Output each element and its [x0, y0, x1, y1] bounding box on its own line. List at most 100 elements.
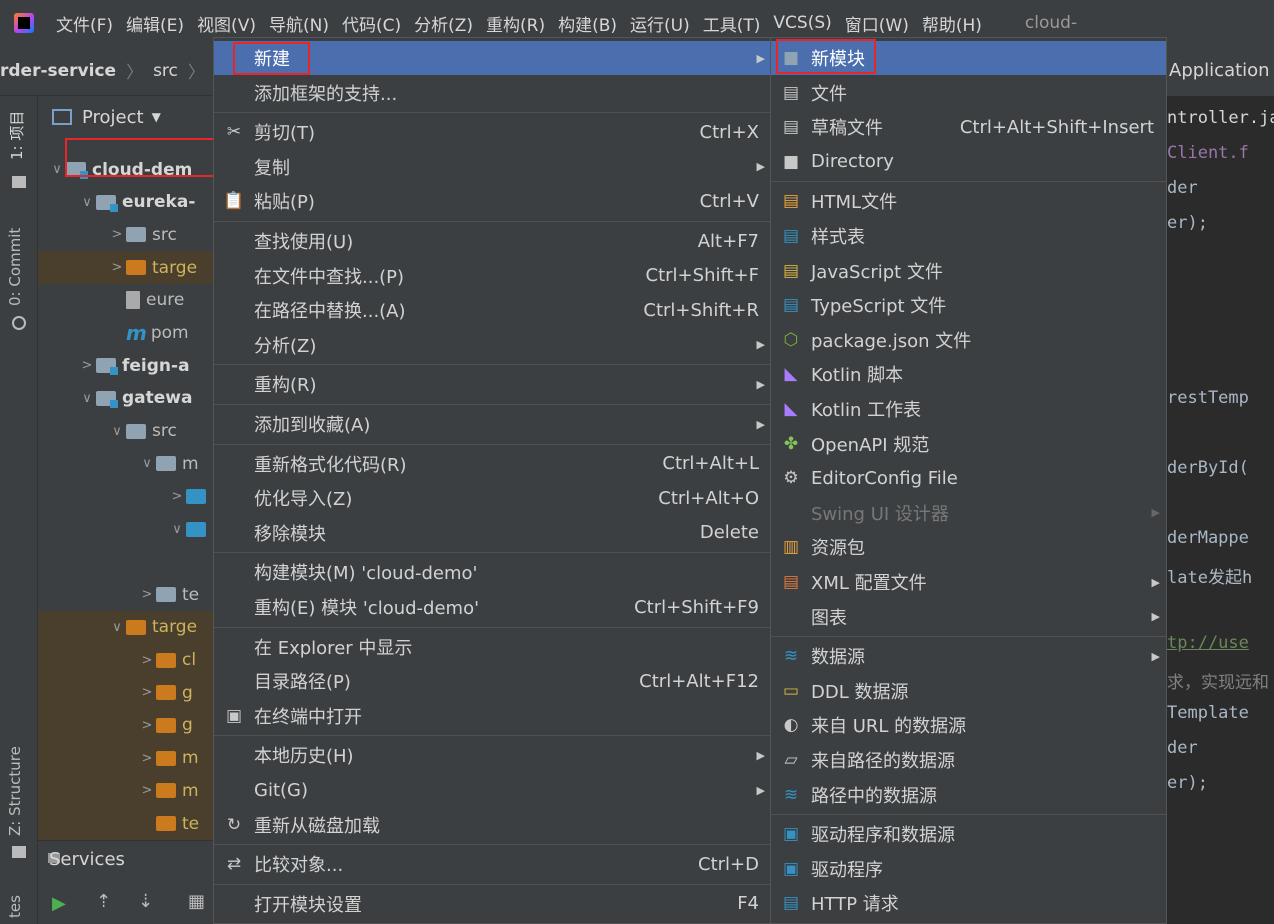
menu-item[interactable]: Git(G) ▶ [214, 773, 771, 807]
menu-item[interactable]: 在 Explorer 中显示 [214, 630, 771, 664]
chevron-down-icon[interactable]: ∨ [78, 391, 96, 406]
tree-row[interactable]: > targe [38, 251, 216, 285]
tree-row[interactable]: ∨ gatewa [38, 382, 216, 415]
menu-2[interactable]: 视图(V) [197, 11, 256, 36]
chevron-down-icon[interactable]: ∨ [78, 195, 96, 210]
chevron-down-icon[interactable]: ∨ [138, 456, 156, 471]
tree-row[interactable]: > feign-a [38, 349, 216, 382]
menu-3[interactable]: 导航(N) [269, 11, 329, 36]
tree-row[interactable]: te [38, 807, 216, 840]
tree-row[interactable]: > m [38, 774, 216, 808]
menu-item[interactable]: 重构(R) ▶ [214, 367, 771, 401]
tab-project[interactable]: 1: 项目 [6, 111, 27, 160]
menu-item[interactable]: ▥ 资源包 [771, 530, 1166, 564]
tree-row[interactable]: ∨ [38, 513, 216, 546]
menu-item[interactable]: 重新格式化代码(R) Ctrl+Alt+L [214, 447, 771, 481]
menu-item[interactable]: ▤ JavaScript 文件 [771, 254, 1166, 288]
chevron-right-icon[interactable]: > [78, 358, 96, 373]
menu-5[interactable]: 分析(Z) [414, 11, 473, 36]
tree-row[interactable] [38, 545, 216, 578]
menu-item[interactable]: ≋ 数据源 ▶ [771, 639, 1166, 673]
group-icon[interactable]: ▦ [188, 891, 205, 912]
chevron-right-icon[interactable]: > [138, 751, 156, 766]
menu-item[interactable]: 查找使用(U) Alt+F7 [214, 224, 771, 258]
chevron-right-icon[interactable]: > [138, 783, 156, 798]
tree-row[interactable]: ∨ src [38, 415, 216, 448]
tree-row[interactable]: m pom [38, 317, 216, 350]
menu-item[interactable]: ▣ 在终端中打开 [214, 699, 771, 733]
menu-item[interactable]: ▤ XML 配置文件 ▶ [771, 565, 1166, 599]
menu-item[interactable]: 在路径中替换...(A) Ctrl+Shift+R [214, 293, 771, 327]
menu-4[interactable]: 代码(C) [342, 11, 401, 36]
menu-item[interactable]: 移除模块 Delete [214, 516, 771, 550]
tree-row[interactable]: ∨ m [38, 447, 216, 480]
chevron-down-icon[interactable]: ∨ [48, 162, 66, 177]
chevron-right-icon[interactable]: > [168, 489, 186, 504]
menu-item[interactable]: ✤ OpenAPI 规范 [771, 427, 1166, 461]
tree-row[interactable]: ∨ targe [38, 610, 216, 644]
expand-all-icon[interactable]: ⇡ [96, 891, 111, 912]
menu-item[interactable]: 添加框架的支持... [214, 76, 771, 110]
menu-item[interactable]: 📋 粘贴(P) Ctrl+V [214, 184, 771, 218]
chevron-right-icon[interactable]: > [108, 260, 126, 275]
menu-item[interactable]: 打开模块设置 F4 [214, 887, 771, 921]
menu-item[interactable]: ▤ 草稿文件 Ctrl+Alt+Shift+Insert [771, 110, 1166, 144]
menu-8[interactable]: 运行(U) [630, 11, 690, 36]
menu-item[interactable]: ▤ HTTP 请求 [771, 886, 1166, 920]
menu-item[interactable]: ✂ 剪切(T) Ctrl+X [214, 115, 771, 149]
chevron-down-icon[interactable]: ∨ [168, 522, 186, 537]
menu-item[interactable]: ▱ 来自路径的数据源 [771, 743, 1166, 777]
menu-item[interactable]: 重构(E) 模块 'cloud-demo' Ctrl+Shift+F9 [214, 590, 771, 624]
menu-item[interactable]: ⇄ 比较对象... Ctrl+D [214, 847, 771, 881]
menu-item[interactable]: 本地历史(H) ▶ [214, 738, 771, 772]
chevron-right-icon[interactable]: > [138, 587, 156, 602]
menu-item[interactable]: 图表 ▶ [771, 600, 1166, 634]
menu-item[interactable]: 优化导入(Z) Ctrl+Alt+O [214, 481, 771, 515]
menu-item[interactable]: ↻ 重新从磁盘加载 [214, 808, 771, 842]
menu-item[interactable]: ◣ Kotlin 工作表 [771, 392, 1166, 426]
chevron-right-icon[interactable]: > [138, 718, 156, 733]
menu-10[interactable]: VCS(S) [773, 13, 831, 33]
menu-item[interactable]: ▭ DDL 数据源 [771, 674, 1166, 708]
chevron-down-icon[interactable]: ▼ [152, 110, 161, 124]
menu-item[interactable]: ▣ 驱动程序和数据源 [771, 817, 1166, 851]
menu-9[interactable]: 工具(T) [703, 11, 761, 36]
breadcrumb-item[interactable]: src [153, 61, 178, 81]
menu-item[interactable]: 分析(Z) ▶ [214, 328, 771, 362]
menu-item[interactable]: 构建模块(M) 'cloud-demo' [214, 555, 771, 589]
menu-item[interactable]: ■ Directory [771, 145, 1166, 179]
collapse-all-icon[interactable]: ⇣ [138, 891, 153, 912]
menu-12[interactable]: 帮助(H) [922, 11, 982, 36]
tree-row[interactable]: > cl [38, 643, 216, 677]
menu-11[interactable]: 窗口(W) [845, 11, 909, 36]
menu-item[interactable]: ▤ 样式表 [771, 219, 1166, 253]
run-icon[interactable]: ▶ [52, 893, 66, 914]
menu-item[interactable]: 添加到收藏(A) ▶ [214, 407, 771, 441]
menu-1[interactable]: 编辑(E) [126, 11, 184, 36]
menu-item[interactable]: ⬡ package.json 文件 [771, 323, 1166, 357]
tree-row[interactable]: > te [38, 578, 216, 611]
menu-item[interactable]: ◐ 来自 URL 的数据源 [771, 708, 1166, 742]
menu-0[interactable]: 文件(F) [56, 11, 113, 36]
tree-row[interactable]: > [38, 480, 216, 513]
menu-item[interactable]: ▤ 文件 [771, 76, 1166, 110]
tree-row[interactable]: eure [38, 284, 216, 317]
menu-6[interactable]: 重构(R) [486, 11, 545, 36]
menu-item[interactable]: ⚙ EditorConfig File [771, 461, 1166, 495]
menu-item[interactable]: ▣ 驱动程序 [771, 852, 1166, 886]
chevron-right-icon[interactable]: > [108, 227, 126, 242]
tree-row[interactable]: > g [38, 708, 216, 742]
tab-structure[interactable]: Z: Structure [6, 746, 24, 836]
menu-7[interactable]: 构建(B) [558, 11, 617, 36]
menu-item[interactable]: ◣ Kotlin 脚本 [771, 357, 1166, 391]
chevron-right-icon[interactable]: > [138, 685, 156, 700]
menu-item[interactable]: ▤ TypeScript 文件 [771, 288, 1166, 322]
tree-row[interactable]: > src [38, 218, 216, 251]
menu-item[interactable]: 目录路径(P) Ctrl+Alt+F12 [214, 664, 771, 698]
chevron-down-icon[interactable]: ∨ [108, 620, 126, 635]
tree-row[interactable]: > g [38, 676, 216, 710]
tab-tes[interactable]: tes [6, 895, 24, 918]
menu-item[interactable]: 复制 ▶ [214, 150, 771, 184]
chevron-right-icon[interactable]: > [138, 653, 156, 668]
tree-row[interactable]: > m [38, 741, 216, 775]
